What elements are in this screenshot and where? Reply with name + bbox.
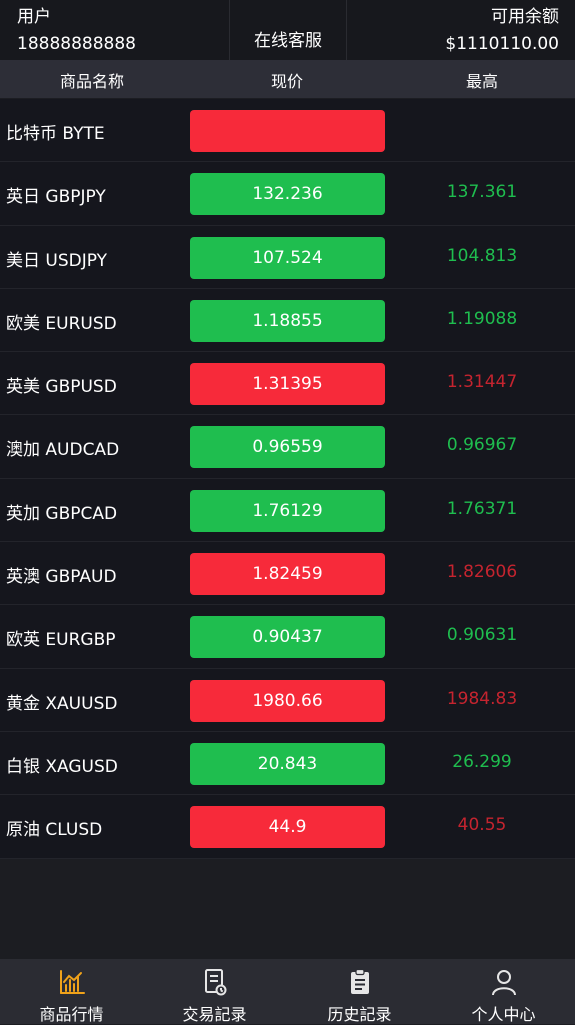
high-price: 26.299 xyxy=(452,751,512,772)
quote-row[interactable]: 欧英 EURGBP 0.90437 0.90631 xyxy=(0,605,575,669)
clipboard-icon xyxy=(350,968,369,994)
instrument-name: 英澳 GBPAUD xyxy=(6,567,117,588)
user-label: 用户 xyxy=(17,7,51,27)
tab-market-label: 商品行情 xyxy=(39,1005,104,1024)
quote-row[interactable]: 英日 GBPJPY 132.236 137.361 xyxy=(0,162,575,226)
tab-trade-records[interactable]: 交易記录 xyxy=(143,959,286,1024)
current-price[interactable]: 0.96559 xyxy=(190,426,385,469)
current-price[interactable]: 1.31395 xyxy=(190,363,385,406)
instrument-name: 白银 XAGUSD xyxy=(6,756,118,777)
user-icon xyxy=(491,970,516,996)
document-icon xyxy=(204,969,226,996)
tab-history-records[interactable]: 历史記录 xyxy=(288,959,431,1024)
balance-value: $1110110.00 xyxy=(445,34,559,54)
tab-market[interactable]: 商品行情 xyxy=(0,959,143,1024)
current-price[interactable]: 44.9 xyxy=(190,806,385,849)
quote-row[interactable]: 英美 GBPUSD 1.31395 1.31447 xyxy=(0,352,575,416)
user-info: 用户 18888888888 xyxy=(17,6,217,56)
tab-profile-label: 个人中心 xyxy=(471,1005,536,1024)
high-price: 40.55 xyxy=(457,815,507,836)
tab-trade-records-label: 交易記录 xyxy=(182,1005,247,1024)
user-id: 18888888888 xyxy=(17,34,136,54)
instrument-name: 澳加 AUDCAD xyxy=(6,440,120,461)
high-price: 1.19088 xyxy=(446,308,518,329)
instrument-name: 欧美 EURUSD xyxy=(6,313,117,334)
current-price[interactable] xyxy=(190,110,385,152)
quote-row[interactable]: 澳加 AUDCAD 0.96559 0.96967 xyxy=(0,415,575,479)
balance-info: 可用余额 $1110110.00 xyxy=(445,6,559,56)
quote-row[interactable]: 比特币 BYTE xyxy=(0,99,575,163)
online-service-label: 在线客服 xyxy=(254,31,322,51)
chart-icon xyxy=(59,970,85,994)
quote-row[interactable]: 英澳 GBPAUD 1.82459 1.82606 xyxy=(0,542,575,606)
column-high-header: 最高 xyxy=(465,72,498,91)
high-price: 0.96967 xyxy=(446,435,518,456)
instrument-name: 原油 CLUSD xyxy=(6,820,103,841)
current-price[interactable]: 132.236 xyxy=(190,173,385,216)
quote-row[interactable]: 英加 GBPCAD 1.76129 1.76371 xyxy=(0,478,575,543)
account-header: 用户 18888888888 在线客服 可用余额 $1110110.00 xyxy=(0,0,575,60)
tab-profile[interactable]: 个人中心 xyxy=(432,959,575,1024)
high-price: 137.361 xyxy=(446,182,518,203)
quote-row[interactable]: 原油 CLUSD 44.9 40.55 xyxy=(0,795,575,859)
instrument-name: 黄金 XAUUSD xyxy=(6,693,118,714)
current-price[interactable]: 107.524 xyxy=(190,236,385,279)
column-name-header: 商品名称 xyxy=(59,72,124,91)
column-header: 商品名称 现价 最高 xyxy=(0,60,575,98)
balance-label: 可用余额 xyxy=(491,7,559,27)
tab-history-records-label: 历史記录 xyxy=(327,1005,392,1024)
quote-row[interactable]: 欧美 EURUSD 1.18855 1.19088 xyxy=(0,288,575,353)
high-price: 0.90631 xyxy=(446,625,518,646)
instrument-name: 美日 USDJPY xyxy=(6,250,108,271)
current-price[interactable]: 1.76129 xyxy=(190,489,385,532)
high-price: 1.82606 xyxy=(446,562,518,583)
current-price[interactable]: 1.18855 xyxy=(190,299,385,342)
online-service-button[interactable]: 在线客服 xyxy=(229,0,347,60)
column-price-header: 现价 xyxy=(270,72,303,91)
current-price[interactable]: 20.843 xyxy=(190,742,385,785)
current-price[interactable]: 1.82459 xyxy=(190,553,385,596)
current-price[interactable]: 1980.66 xyxy=(190,679,385,722)
high-price: 1.31447 xyxy=(446,372,518,393)
high-price: 1984.83 xyxy=(446,688,518,709)
instrument-name: 英美 GBPUSD xyxy=(6,377,117,398)
instrument-name: 英日 GBPJPY xyxy=(6,187,106,208)
quote-row[interactable]: 美日 USDJPY 107.524 104.813 xyxy=(0,225,575,289)
current-price[interactable]: 0.90437 xyxy=(190,616,385,659)
instrument-name: 英加 GBPCAD xyxy=(6,503,118,524)
quote-row[interactable]: 黄金 XAUUSD 1980.66 1984.83 xyxy=(0,668,575,732)
high-price: 1.76371 xyxy=(446,498,518,519)
quote-row[interactable]: 白银 XAGUSD 20.843 26.299 xyxy=(0,731,575,796)
bottom-tab-bar: 商品行情 交易記录 历史記录 个人中心 xyxy=(0,959,575,1024)
instrument-name: 欧英 EURGBP xyxy=(6,630,116,651)
high-price: 104.813 xyxy=(446,245,518,266)
quote-list: 比特币 BYTE 英日 GBPJPY 132.236 137.361 美日 USDJPY… xyxy=(0,99,575,859)
instrument-name: 比特币 BYTE xyxy=(6,124,105,144)
